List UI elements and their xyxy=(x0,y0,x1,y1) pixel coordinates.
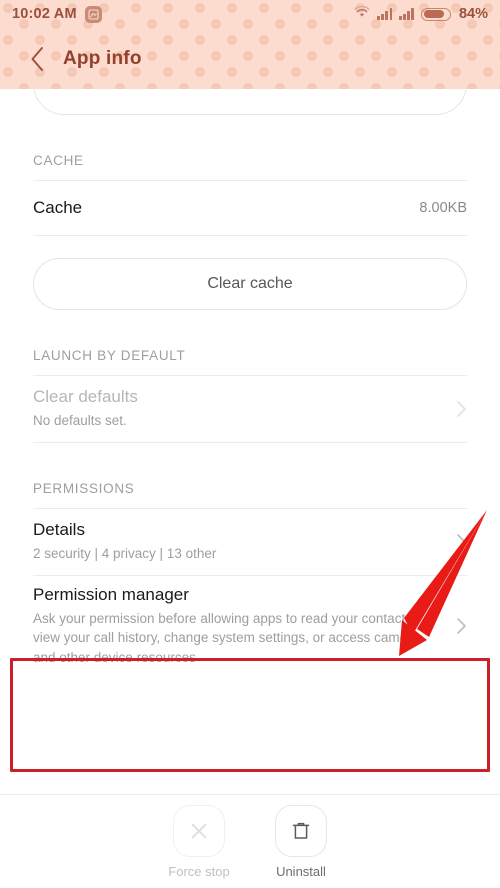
status-bar-indicators: 84% xyxy=(354,5,488,23)
details-row[interactable]: Details 2 security | 4 privacy | 13 othe… xyxy=(0,509,500,575)
bottom-action-bar: Force stop Uninstall xyxy=(0,794,500,888)
details-title: Details xyxy=(33,520,85,540)
clear-defaults-subtitle: No defaults set. xyxy=(33,413,127,429)
force-stop-button[interactable]: Force stop xyxy=(160,804,238,879)
uninstall-button[interactable]: Uninstall xyxy=(262,804,340,879)
clear-cache-button-wrap: Clear cache xyxy=(0,236,500,310)
signal-bars-icon-1 xyxy=(377,8,393,20)
page-title: App info xyxy=(63,47,142,69)
wifi-icon xyxy=(354,5,370,23)
back-chevron-icon[interactable] xyxy=(20,42,54,76)
force-stop-label: Force stop xyxy=(168,863,230,879)
top-band: 10:02 AM 84% App info xyxy=(0,0,500,89)
status-bar: 10:02 AM 84% xyxy=(0,0,500,28)
settings-list[interactable]: CACHE Cache 8.00KB Clear cache LAUNCH BY… xyxy=(0,89,500,794)
clear-defaults-title: Clear defaults xyxy=(33,387,138,407)
trash-icon xyxy=(275,804,327,857)
section-header-permissions: PERMISSIONS xyxy=(33,481,135,496)
chevron-right-icon xyxy=(445,617,467,635)
clear-cache-button[interactable]: Clear cache xyxy=(33,258,467,310)
app-info-screen: 10:02 AM 84% App info CACHE Cache 8.00KB… xyxy=(0,0,500,888)
battery-icon xyxy=(420,7,451,21)
cache-row[interactable]: Cache 8.00KB xyxy=(0,181,500,235)
uninstall-label: Uninstall xyxy=(276,863,326,879)
status-bar-time: 10:02 AM xyxy=(12,6,77,22)
signal-bars-icon-2 xyxy=(399,8,414,20)
cache-row-value: 8.00KB xyxy=(419,200,467,216)
close-x-icon xyxy=(173,804,225,857)
app-badge-icon xyxy=(84,5,102,23)
details-subtitle: 2 security | 4 privacy | 13 other xyxy=(33,546,217,562)
section-header-cache: CACHE xyxy=(33,153,84,168)
battery-percent-label: 84% xyxy=(458,6,488,22)
permission-manager-title: Permission manager xyxy=(33,584,189,604)
cache-row-title: Cache xyxy=(33,198,83,217)
scrolled-button-partial[interactable] xyxy=(0,89,500,115)
permission-manager-subtitle: Ask your permission before allowing apps… xyxy=(33,610,420,665)
permission-manager-row[interactable]: Permission manager Ask your permission b… xyxy=(0,576,500,676)
section-header-launch-by-default: LAUNCH BY DEFAULT xyxy=(33,348,186,363)
app-bar: App info xyxy=(0,28,500,89)
clear-defaults-row[interactable]: Clear defaults No defaults set. xyxy=(0,376,500,442)
chevron-right-icon xyxy=(445,533,467,551)
chevron-right-icon xyxy=(445,400,467,418)
